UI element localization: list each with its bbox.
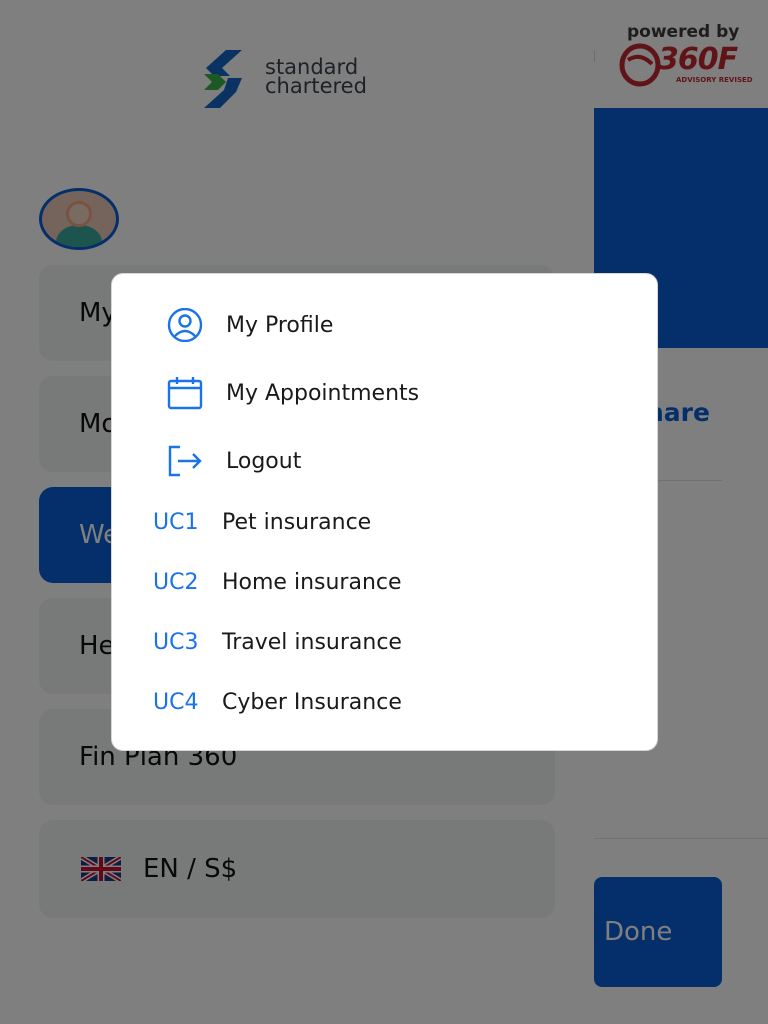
- logout-icon: [165, 443, 205, 479]
- use-case-label: Pet insurance: [222, 510, 372, 535]
- use-case-home-insurance[interactable]: UC2 Home insurance: [112, 570, 659, 595]
- menu-my-appointments-label: My Appointments: [226, 380, 420, 406]
- use-case-travel-insurance[interactable]: UC3 Travel insurance: [112, 630, 659, 655]
- menu-logout[interactable]: Logout: [112, 443, 659, 479]
- menu-my-profile[interactable]: My Profile: [112, 307, 659, 343]
- use-case-label: Home insurance: [222, 570, 402, 595]
- menu-my-profile-label: My Profile: [226, 312, 334, 338]
- menu-my-appointments[interactable]: My Appointments: [112, 375, 659, 411]
- calendar-icon: [165, 375, 205, 411]
- use-case-code: UC1: [153, 510, 199, 535]
- use-case-code: UC3: [153, 630, 199, 655]
- profile-popup-menu: My Profile My Appointments Logout UC1 Pe…: [111, 273, 658, 751]
- use-case-pet-insurance[interactable]: UC1 Pet insurance: [112, 510, 659, 535]
- user-circle-icon: [165, 307, 205, 343]
- use-case-label: Travel insurance: [222, 630, 402, 655]
- use-case-cyber-insurance[interactable]: UC4 Cyber Insurance: [112, 690, 659, 715]
- use-case-code: UC2: [153, 570, 199, 595]
- menu-logout-label: Logout: [226, 448, 302, 474]
- use-case-code: UC4: [153, 690, 199, 715]
- use-case-label: Cyber Insurance: [222, 690, 402, 715]
